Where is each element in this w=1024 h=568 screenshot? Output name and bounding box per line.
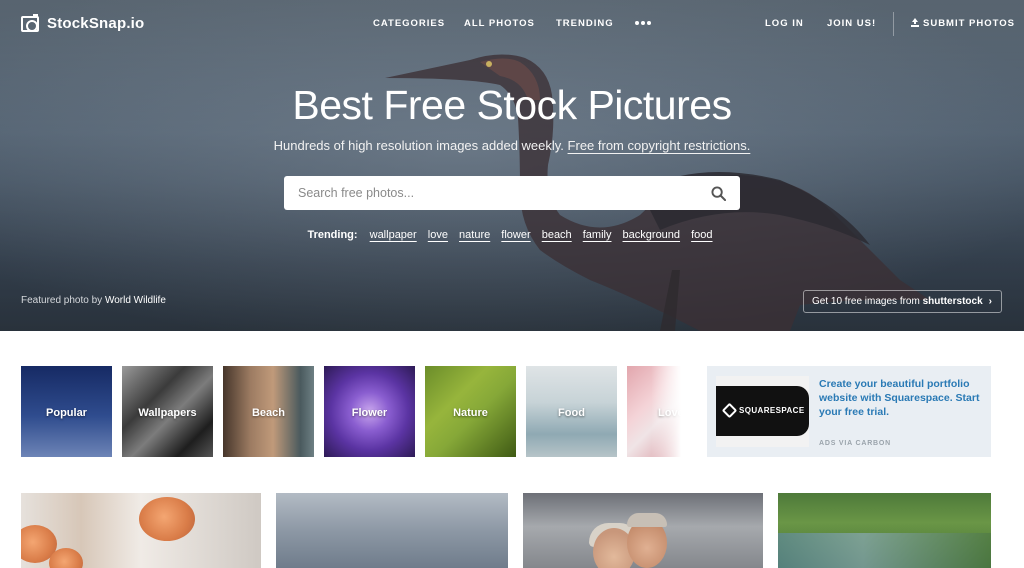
more-dots-icon[interactable]: [635, 21, 651, 25]
trending-tag[interactable]: background: [623, 229, 681, 241]
featured-author[interactable]: World Wildlife: [105, 295, 166, 306]
category-label: Flower: [351, 407, 388, 419]
hero-subtitle-text: Hundreds of high resolution images added…: [273, 138, 564, 153]
nav-divider: [893, 12, 894, 36]
photo-thumbnail-aerial[interactable]: [778, 493, 991, 568]
photo-thumbnail-flowers[interactable]: [21, 493, 261, 568]
trending-tag[interactable]: wallpaper: [370, 229, 417, 241]
trending-tag[interactable]: family: [583, 229, 612, 241]
promo-brand: shutterstock: [922, 296, 983, 307]
nav-submit-label: SUBMIT PHOTOS: [923, 18, 1015, 29]
hero-subtitle: Hundreds of high resolution images added…: [0, 138, 1024, 153]
featured-prefix: Featured photo by: [21, 295, 103, 306]
featured-credit: Featured photo by World Wildlife: [21, 295, 166, 306]
upload-icon: [911, 18, 919, 27]
category-tile-flower[interactable]: Flower: [324, 366, 415, 457]
ad-via-label[interactable]: ADS VIA CARBON: [819, 440, 891, 447]
category-label: Food: [558, 407, 585, 419]
heron-background-image: [0, 0, 1024, 331]
camera-icon: [21, 13, 39, 32]
search-bar: [284, 176, 740, 210]
copyright-link[interactable]: Free from copyright restrictions.: [568, 138, 751, 153]
category-label: Nature: [453, 407, 488, 419]
trending-tags: Trending: wallpaper love nature flower b…: [0, 229, 1024, 241]
trending-tag[interactable]: flower: [501, 229, 530, 241]
search-input[interactable]: [284, 176, 704, 210]
ad-text[interactable]: Create your beautiful portfolio website …: [819, 377, 984, 419]
photo-thumbnail-couple[interactable]: [523, 493, 763, 568]
nav-categories[interactable]: CATEGORIES: [373, 18, 445, 29]
category-tile-food[interactable]: Food: [526, 366, 617, 457]
top-navigation: StockSnap.io CATEGORIES ALL PHOTOS TREND…: [0, 0, 1024, 48]
carbon-ad[interactable]: SQUARESPACE Create your beautiful portfo…: [707, 366, 991, 457]
brand-name: StockSnap.io: [47, 15, 145, 32]
promo-text: Get 10 free images from: [812, 296, 920, 307]
brand-logo[interactable]: StockSnap.io: [21, 13, 145, 32]
nav-submit-photos[interactable]: SUBMIT PHOTOS: [911, 18, 1015, 29]
hero-banner: [0, 0, 1024, 331]
category-label: Popular: [46, 407, 87, 419]
category-tile-love[interactable]: Love: [627, 366, 681, 457]
category-label: Love: [658, 407, 681, 419]
category-label: Wallpapers: [138, 407, 197, 419]
trending-tag[interactable]: beach: [542, 229, 572, 241]
ad-brand: SQUARESPACE: [739, 406, 805, 415]
hero-title: Best Free Stock Pictures: [292, 82, 732, 128]
nav-trending[interactable]: TRENDING: [556, 18, 614, 29]
category-label: Beach: [251, 407, 286, 419]
trending-tag[interactable]: food: [691, 229, 712, 241]
photo-thumbnail-water[interactable]: [276, 493, 508, 568]
shutterstock-promo-button[interactable]: Get 10 free images from shutterstock ›: [803, 290, 1002, 313]
chevron-right-icon: ›: [988, 296, 992, 307]
nav-login[interactable]: LOG IN: [765, 18, 804, 29]
nav-all-photos[interactable]: ALL PHOTOS: [464, 18, 535, 29]
category-tile-nature[interactable]: Nature: [425, 366, 516, 457]
nav-join[interactable]: JOIN US!: [827, 18, 876, 29]
category-tile-beach[interactable]: Beach: [223, 366, 314, 457]
search-icon[interactable]: [711, 186, 726, 201]
trending-tag[interactable]: love: [428, 229, 448, 241]
category-tile-wallpapers[interactable]: Wallpapers: [122, 366, 213, 457]
trending-tag[interactable]: nature: [459, 229, 490, 241]
category-tile-popular[interactable]: Popular: [21, 366, 112, 457]
ad-image: SQUARESPACE: [716, 376, 809, 447]
trending-label: Trending:: [307, 229, 358, 241]
